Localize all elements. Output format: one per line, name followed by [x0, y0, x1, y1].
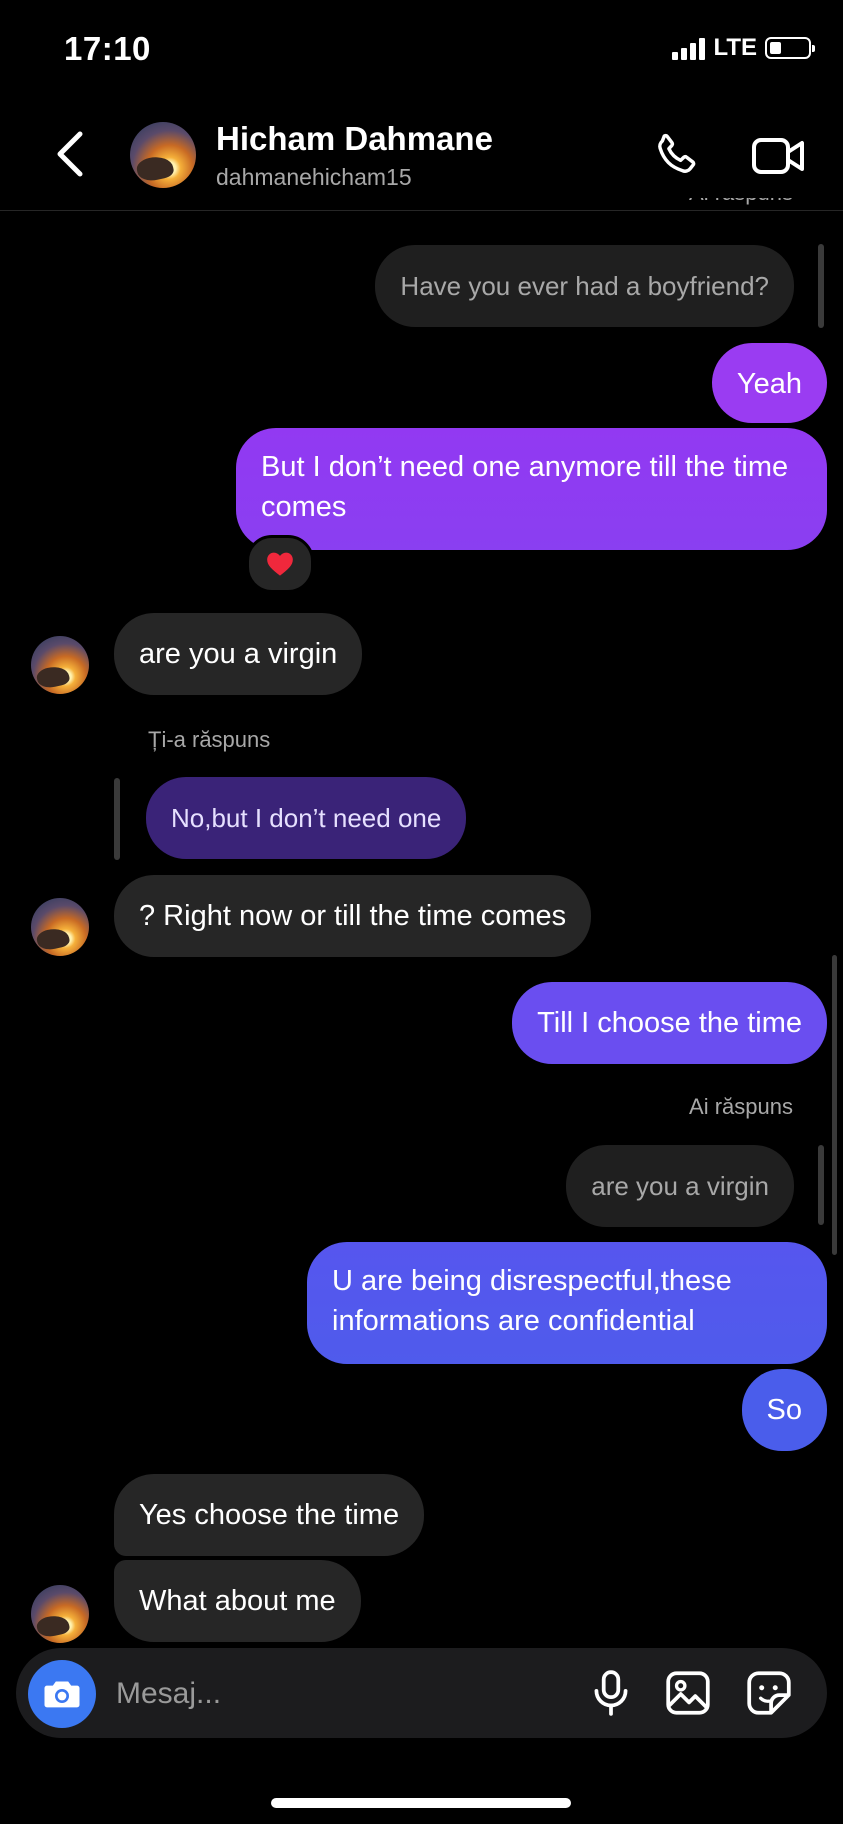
camera-icon [44, 1681, 80, 1708]
camera-button[interactable] [28, 1660, 96, 1728]
quoted-message[interactable]: Have you ever had a boyfriend? [375, 245, 794, 327]
reply-label-cut: Ai răspuns [689, 180, 793, 205]
reply-indicator-bar [818, 1145, 824, 1225]
video-call-button[interactable] [750, 130, 806, 182]
outgoing-message[interactable]: Till I choose the time [512, 982, 827, 1064]
microphone-icon [594, 1670, 628, 1716]
back-button[interactable] [50, 128, 90, 180]
status-indicators: LTE [672, 34, 815, 62]
header-divider [0, 210, 843, 211]
home-indicator[interactable] [271, 1798, 571, 1808]
contact-avatar[interactable] [130, 122, 196, 188]
audio-call-button[interactable] [650, 130, 702, 182]
gallery-icon [666, 1671, 710, 1715]
outgoing-message[interactable]: But I don’t need one anymore till the ti… [236, 428, 827, 550]
sticker-icon [747, 1671, 791, 1715]
message-reaction[interactable] [246, 535, 314, 593]
outgoing-message[interactable]: U are being disrespectful,these informat… [307, 1242, 827, 1364]
reply-label: Ai răspuns [689, 1094, 793, 1119]
sticker-button[interactable] [744, 1668, 794, 1718]
phone-icon [658, 133, 696, 173]
scrollbar[interactable] [832, 955, 837, 1255]
contact-avatar-small[interactable] [31, 898, 89, 956]
incoming-message[interactable]: are you a virgin [114, 613, 363, 695]
outgoing-message[interactable]: Yeah [711, 343, 827, 423]
contact-username[interactable]: dahmanehicham15 [216, 164, 412, 191]
status-time: 17:10 [64, 30, 151, 67]
quoted-message[interactable]: are you a virgin [566, 1145, 794, 1227]
contact-avatar-small[interactable] [31, 1585, 89, 1643]
back-arrow-icon [57, 131, 83, 177]
video-camera-icon [752, 138, 804, 174]
reply-label: Ți-a răspuns [148, 727, 271, 752]
quoted-message[interactable]: No,but I don’t need one [146, 777, 467, 859]
message-input[interactable] [114, 1668, 558, 1720]
voice-message-button[interactable] [586, 1668, 636, 1718]
gallery-button[interactable] [663, 1668, 713, 1718]
reply-indicator-bar [818, 244, 824, 328]
signal-icon [672, 36, 706, 60]
reply-indicator-bar [114, 778, 120, 860]
contact-avatar-small[interactable] [31, 636, 89, 694]
contact-name[interactable]: Hicham Dahmane [216, 120, 493, 158]
red-heart-icon [267, 552, 293, 576]
incoming-message[interactable]: ? Right now or till the time comes [114, 875, 592, 957]
network-label: LTE [713, 34, 757, 61]
incoming-message[interactable]: What about me [114, 1560, 361, 1642]
battery-icon [765, 37, 815, 59]
incoming-message[interactable]: Yes choose the time [114, 1474, 425, 1556]
outgoing-message[interactable]: So [741, 1369, 827, 1451]
